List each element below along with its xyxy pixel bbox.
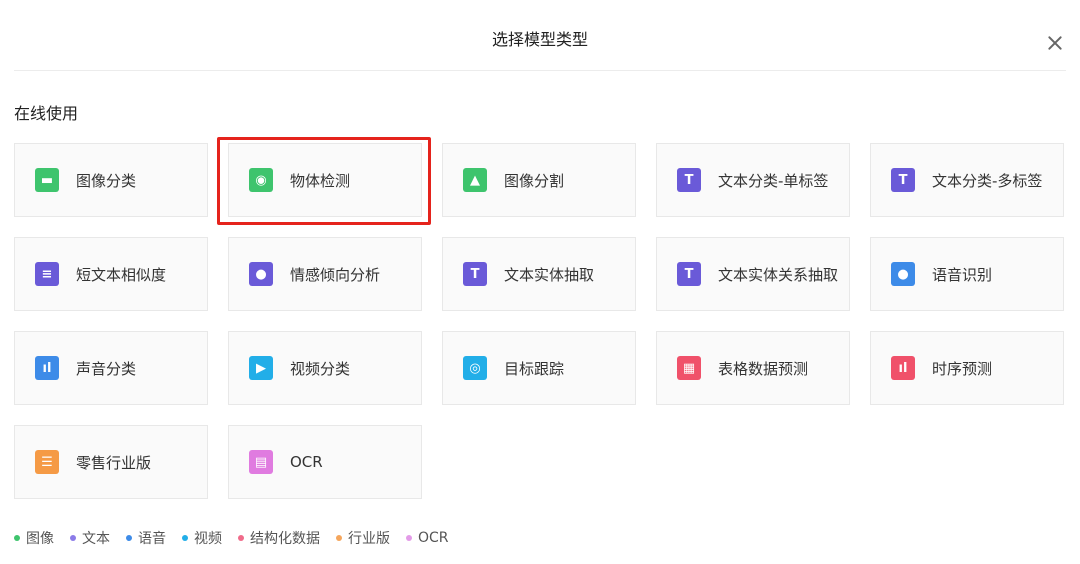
legend-item: 文本 (70, 528, 110, 548)
legend-label: 视频 (194, 531, 222, 547)
video-classify-icon: ▶ (249, 356, 273, 380)
close-icon[interactable] (1044, 32, 1066, 54)
sound-classify-icon: ıl (35, 356, 59, 380)
text-relation-extract-icon: T (677, 262, 701, 286)
model-card-sentiment-analysis[interactable]: ● 情感倾向分析 (228, 237, 422, 311)
legend-item: 视频 (182, 528, 222, 548)
header-divider (14, 70, 1066, 71)
model-card-object-detect[interactable]: ◉ 物体检测 (217, 137, 431, 225)
legend-dot-icon (238, 535, 244, 541)
model-card-label: 时序预测 (932, 359, 993, 378)
model-card-label: 目标跟踪 (504, 359, 565, 378)
model-card-label: 情感倾向分析 (290, 265, 381, 284)
legend-item: 结构化数据 (238, 528, 320, 548)
model-card-text-entity-extract[interactable]: T 文本实体抽取 (442, 237, 636, 311)
model-card-sound-classify[interactable]: ıl 声音分类 (14, 331, 208, 405)
timeseries-predict-icon: ıl (891, 356, 915, 380)
model-card-text-relation-extract[interactable]: T 文本实体关系抽取 (656, 237, 850, 311)
model-card-label: 表格数据预测 (718, 359, 809, 378)
model-card-short-text-similarity[interactable]: ≡ 短文本相似度 (14, 237, 208, 311)
model-type-grid: ▬ 图像分类 ◉ 物体检测 ▲ 图像分割 T 文本分类-单标签 T 文本分类-多标签 ≡ 短文本相似度… (14, 137, 1064, 499)
model-card-label: 物体检测 (290, 171, 351, 190)
legend-label: 文本 (82, 531, 110, 547)
model-card-timeseries-predict[interactable]: ıl 时序预测 (870, 331, 1064, 405)
sentiment-analysis-icon: ● (249, 262, 273, 286)
legend-item: 图像 (14, 528, 54, 548)
legend-dot-icon (406, 535, 412, 541)
legend-label: 图像 (26, 531, 54, 547)
legend-label: 语音 (138, 531, 166, 547)
model-card-label: 语音识别 (932, 265, 993, 284)
model-card-image-classify[interactable]: ▬ 图像分类 (14, 143, 208, 217)
legend-item: OCR (406, 530, 449, 546)
model-card-label: 短文本相似度 (76, 265, 167, 284)
legend-label: 行业版 (348, 531, 390, 547)
model-card-text-classify-single[interactable]: T 文本分类-单标签 (656, 143, 850, 217)
target-tracking-icon: ◎ (463, 356, 487, 380)
microphone-icon: ● (891, 262, 915, 286)
text-entity-extract-icon: T (463, 262, 487, 286)
model-card-ocr[interactable]: ▤ OCR (228, 425, 422, 499)
model-card-label: 文本分类-多标签 (932, 171, 1043, 190)
model-card-label: 文本实体关系抽取 (718, 265, 839, 284)
image-segment-icon: ▲ (463, 168, 487, 192)
legend-dot-icon (182, 535, 188, 541)
short-text-similarity-icon: ≡ (35, 262, 59, 286)
legend-label: 结构化数据 (250, 531, 320, 547)
model-card-label: 文本实体抽取 (504, 265, 595, 284)
ocr-icon: ▤ (249, 450, 273, 474)
model-card-label: 文本分类-单标签 (718, 171, 829, 190)
section-title: 在线使用 (14, 104, 79, 123)
model-card-text-classify-multi[interactable]: T 文本分类-多标签 (870, 143, 1064, 217)
model-card-label: 图像分类 (76, 171, 137, 190)
category-legend: 图像 文本 语音 视频 结构化数据 行业版 OCR (14, 528, 449, 548)
legend-dot-icon (126, 535, 132, 541)
model-card-label: 图像分割 (504, 171, 565, 190)
dialog-title: 选择模型类型 (491, 30, 588, 49)
model-card-video-classify[interactable]: ▶ 视频分类 (228, 331, 422, 405)
model-card-label: 视频分类 (290, 359, 351, 378)
model-card-label: 声音分类 (76, 359, 137, 378)
table-data-predict-icon: ▦ (677, 356, 701, 380)
legend-item: 行业版 (336, 528, 390, 548)
text-classify-single-icon: T (677, 168, 701, 192)
legend-dot-icon (70, 535, 76, 541)
model-card-retail-industry[interactable]: ☰ 零售行业版 (14, 425, 208, 499)
model-card-label: 零售行业版 (76, 453, 152, 472)
model-card-image-segment[interactable]: ▲ 图像分割 (442, 143, 636, 217)
legend-label: OCR (418, 530, 449, 546)
dialog-header: 选择模型类型 (0, 0, 1080, 72)
image-classify-icon: ▬ (35, 168, 59, 192)
object-detect-icon: ◉ (249, 168, 273, 192)
legend-dot-icon (336, 535, 342, 541)
model-card-microphone[interactable]: ● 语音识别 (870, 237, 1064, 311)
legend-dot-icon (14, 535, 20, 541)
text-classify-multi-icon: T (891, 168, 915, 192)
model-card-table-data-predict[interactable]: ▦ 表格数据预测 (656, 331, 850, 405)
model-card-target-tracking[interactable]: ◎ 目标跟踪 (442, 331, 636, 405)
model-card-label: OCR (290, 453, 323, 471)
legend-item: 语音 (126, 528, 166, 548)
retail-industry-icon: ☰ (35, 450, 59, 474)
